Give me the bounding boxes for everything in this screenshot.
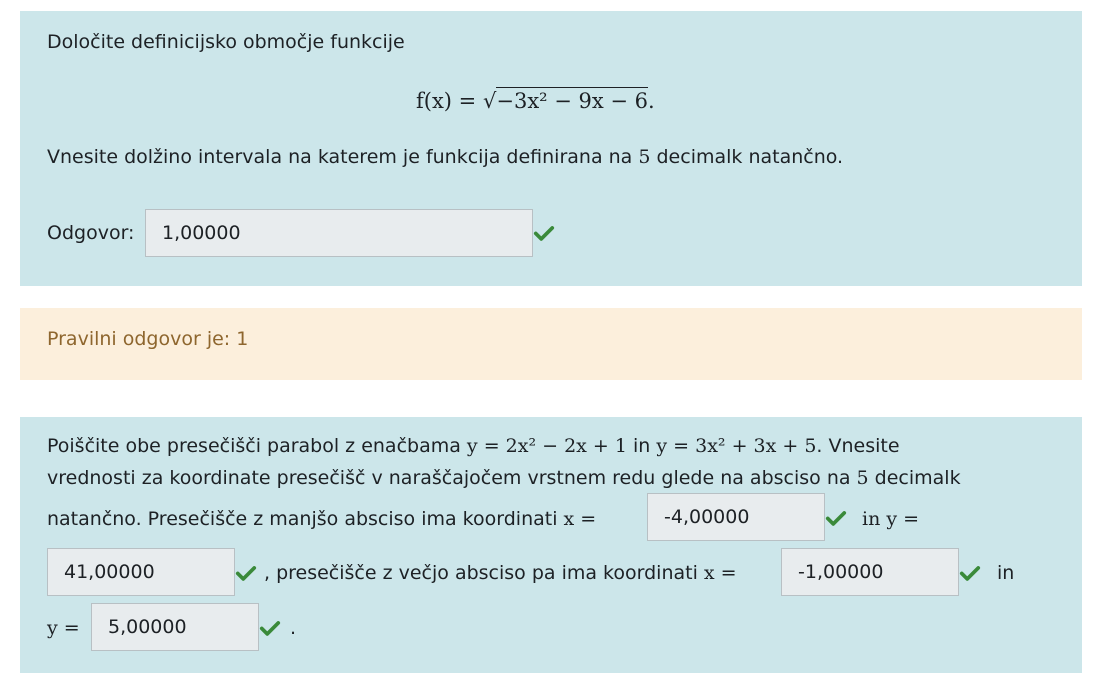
check-icon <box>235 562 257 584</box>
correct-answer-text: Pravilni odgovor je: 1 <box>47 328 249 350</box>
question-2-line-2: vrednosti za koordinate presečišč v nara… <box>47 467 961 489</box>
q2-line4-text: , presečišče z večjo absciso pa ima koor… <box>264 562 704 584</box>
instruction-text-a: Vnesite dolžino intervala na katerem je … <box>47 146 639 168</box>
question-2-line-4: , presečišče z večjo absciso pa ima koor… <box>264 562 737 584</box>
q2-line3-text: natančno. Presečišče z manjšo absciso im… <box>47 508 564 530</box>
y2-input[interactable]: 5,00000 <box>91 603 259 651</box>
q2-line2-text-a: vrednosti za koordinate presečišč v nara… <box>47 467 857 489</box>
formula-end: . <box>648 89 655 113</box>
equation-2: y = 3x² + 3x + 5 <box>656 435 817 457</box>
in-y-equals-label: in y = <box>862 508 920 530</box>
y1-input[interactable]: 41,00000 <box>47 548 235 596</box>
formula-lhs: f(x) = <box>416 89 477 113</box>
answer-input[interactable]: 1,00000 <box>145 209 533 257</box>
question-panel-2: Poiščite obe presečišči parabol z enačba… <box>20 417 1082 673</box>
check-icon <box>533 222 555 244</box>
formula-radicand: −3x² − 9x − 6 <box>496 87 649 113</box>
answer-label: Odgovor: <box>47 222 135 244</box>
x1-input[interactable]: -4,00000 <box>647 493 825 541</box>
question-2-line-1: Poiščite obe presečišči parabol z enačba… <box>47 435 900 457</box>
q2-in-text: in <box>626 435 657 457</box>
x-equals-label: x = <box>563 508 597 530</box>
question-panel-1: Določite definicijsko območje funkcije f… <box>20 11 1082 286</box>
equation-1: y = 2x² − 2x + 1 <box>466 435 627 457</box>
q2-line2-text-b: decimalk <box>868 467 961 489</box>
q2-decimals-number: 5 <box>856 467 869 489</box>
check-icon <box>825 507 847 529</box>
check-icon <box>959 562 981 584</box>
instruction-number: 5 <box>638 146 651 168</box>
function-formula: f(x) = √−3x² − 9x − 6. <box>416 87 655 113</box>
check-icon <box>259 617 281 639</box>
instruction-text-b: decimalk natančno. <box>650 146 844 168</box>
period: . <box>290 617 297 639</box>
q2-text-b: . Vnesite <box>816 435 900 457</box>
sqrt-symbol: √ <box>482 89 497 113</box>
q2-text-a: Poiščite obe presečišči parabol z enačba… <box>47 435 467 457</box>
in-label: in <box>997 562 1015 584</box>
question-1-instruction: Vnesite dolžino intervala na katerem je … <box>47 146 843 168</box>
feedback-panel: Pravilni odgovor je: 1 <box>20 308 1082 380</box>
question-1-prompt: Določite definicijsko območje funkcije <box>47 31 405 53</box>
x-equals-label: x = <box>703 562 737 584</box>
x2-input[interactable]: -1,00000 <box>781 548 959 596</box>
question-2-line-3: natančno. Presečišče z manjšo absciso im… <box>47 508 596 530</box>
y-equals-label: y = <box>47 617 80 639</box>
